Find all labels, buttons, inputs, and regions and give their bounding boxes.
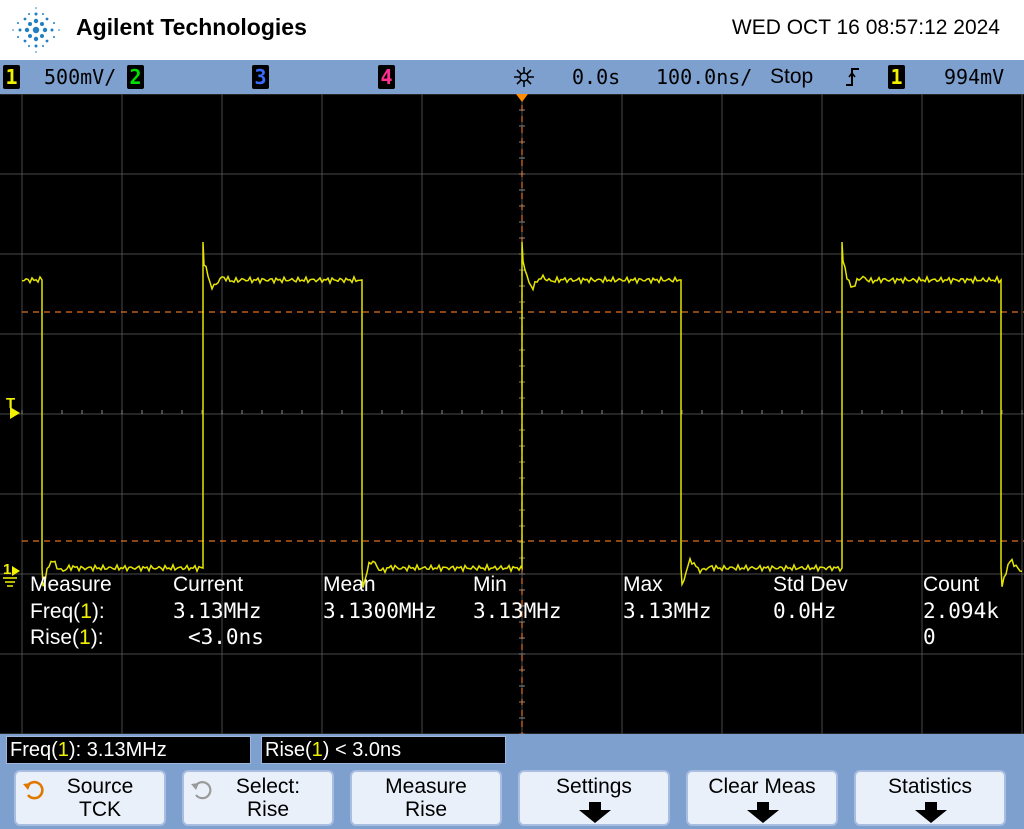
rising-edge-icon: [846, 68, 859, 86]
trigger-source[interactable]: 1: [888, 65, 905, 89]
freq-count: 2.094k: [923, 599, 999, 623]
softkey-bar: Source TCK Select: Rise Measure Rise Set…: [0, 768, 1024, 829]
freq-readout: Freq(1): 3.13MHz: [6, 736, 251, 764]
select-softkey-value: Rise: [246, 798, 289, 821]
measure-rise-softkey[interactable]: Measure Rise: [350, 770, 502, 826]
channel-1-badge: 1: [3, 65, 20, 89]
select-softkey-label: Select:: [235, 775, 301, 798]
brand-name: Agilent Technologies: [76, 14, 307, 40]
col-header-max: Max: [623, 573, 663, 596]
channel-4-badge: 4: [378, 65, 395, 89]
freq-std-dev: 0.0Hz: [773, 599, 837, 623]
channel-2-badge: 2: [127, 65, 144, 89]
run-state: Stop: [770, 65, 814, 88]
measure-softkey-label: Measure: [385, 775, 467, 798]
col-header-count: Count: [923, 573, 980, 596]
statistics-softkey[interactable]: Statistics: [854, 770, 1006, 826]
trigger-level-label: T: [6, 395, 16, 412]
ground-level-label: 1: [3, 561, 12, 578]
freq-mean: 3.1300MHz: [323, 599, 437, 623]
down-arrow-icon: [747, 802, 779, 823]
down-arrow-icon: [579, 802, 611, 823]
status-bar: 1 500mV/ 2 3 4 0.0s 100.0ns/ Stop 1 994m…: [0, 60, 1024, 94]
freq-current: 3.13MHz: [173, 599, 262, 623]
rise-readout: Rise(1) < 3.0ns: [261, 736, 506, 764]
readout-bar: Freq(1): 3.13MHz Rise(1) < 3.0ns: [0, 734, 1024, 768]
agilent-logo-icon: [12, 7, 60, 53]
timebase-scale: 100.0ns/: [656, 65, 753, 89]
clear-meas-softkey-label: Clear Meas: [708, 775, 816, 798]
row-rise-label: Rise(1):: [30, 626, 104, 649]
channel-3-indicator[interactable]: 3: [252, 65, 269, 89]
channel-1-trace: [21, 241, 1023, 588]
trigger-source-badge: 1: [888, 65, 905, 89]
channel-1-indicator[interactable]: 1: [3, 65, 20, 89]
trigger-level: 994mV: [944, 65, 1005, 89]
measure-softkey-value: Rise: [404, 798, 447, 821]
col-header-std-dev: Std Dev: [773, 573, 848, 596]
col-header-current: Current: [173, 573, 244, 596]
col-header-min: Min: [473, 573, 507, 596]
statistics-softkey-label: Statistics: [887, 775, 973, 798]
channel-1-scale: 500mV/: [44, 65, 117, 89]
trigger-icon: [514, 67, 534, 87]
rise-count: 0: [923, 625, 936, 649]
source-softkey[interactable]: Source TCK: [14, 770, 166, 826]
channel-3-badge: 3: [252, 65, 269, 89]
source-softkey-value: TCK: [79, 798, 121, 821]
col-header-mean: Mean: [323, 573, 376, 596]
col-header-measure: Measure: [30, 573, 112, 596]
settings-softkey-label: Settings: [556, 775, 632, 798]
trigger-delay: 0.0s: [572, 65, 621, 89]
settings-softkey[interactable]: Settings: [518, 770, 670, 826]
channel-2-indicator[interactable]: 2: [127, 65, 144, 89]
rise-current: <3.0ns: [188, 625, 264, 649]
source-softkey-label: Source: [66, 775, 134, 798]
channel-4-indicator[interactable]: 4: [378, 65, 395, 89]
freq-min: 3.13MHz: [473, 599, 562, 623]
freq-max: 3.13MHz: [623, 599, 712, 623]
header: Agilent Technologies WED OCT 16 08:57:12…: [0, 0, 1024, 60]
trigger-time-marker-icon: [516, 94, 528, 102]
row-freq-label: Freq(1):: [30, 600, 105, 623]
down-arrow-icon: [915, 802, 947, 823]
date-time: WED OCT 16 08:57:12 2024: [731, 16, 1000, 39]
graticule: [0, 94, 1024, 734]
clear-meas-softkey[interactable]: Clear Meas: [686, 770, 838, 826]
select-softkey[interactable]: Select: Rise: [182, 770, 334, 826]
waveform-display: T 1 Measure Current Mean Min Max Std Dev…: [0, 94, 1024, 734]
